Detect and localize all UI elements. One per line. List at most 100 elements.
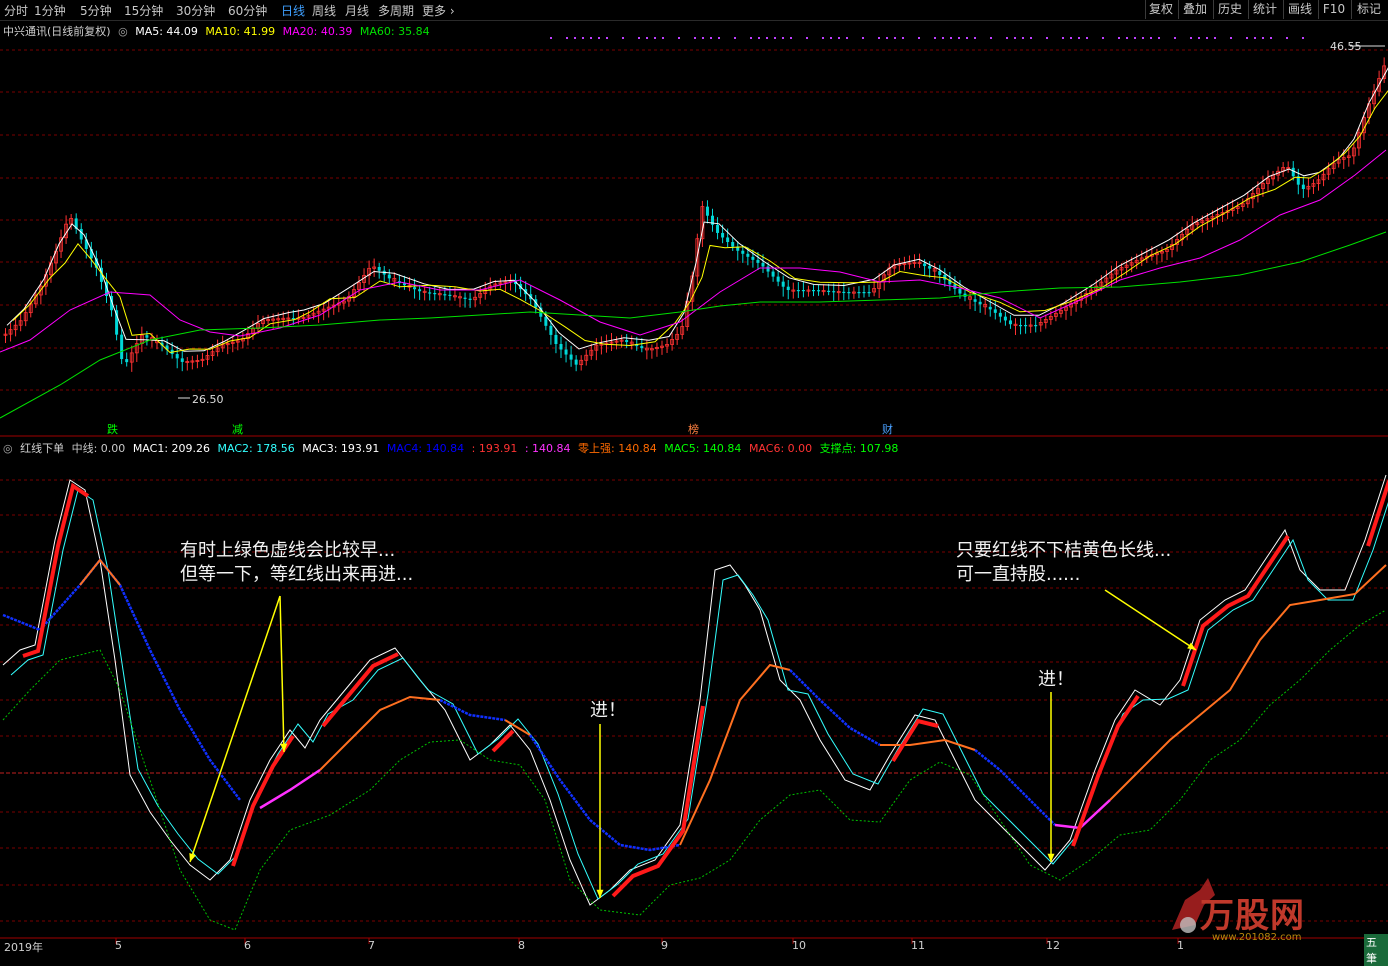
candle-body bbox=[418, 289, 422, 292]
top-dot bbox=[1006, 37, 1008, 39]
candle-body bbox=[862, 292, 866, 294]
candle-body bbox=[761, 262, 765, 267]
candle-body bbox=[857, 292, 861, 294]
top-dot bbox=[1014, 37, 1016, 39]
ind-red-value: : 193.91 bbox=[471, 442, 518, 455]
top-dot bbox=[606, 37, 608, 39]
candle-body bbox=[801, 290, 805, 292]
note-enter-1: 进！ bbox=[590, 700, 626, 721]
top-dot bbox=[846, 37, 848, 39]
top-dot bbox=[1198, 37, 1200, 39]
top-dot bbox=[718, 37, 720, 39]
top-dot bbox=[1302, 37, 1304, 39]
top-dot bbox=[958, 37, 960, 39]
note1-line1: 有时上绿色虚线会比较早... bbox=[180, 540, 396, 561]
x-label-8: 8 bbox=[518, 939, 525, 952]
settings-circle-icon[interactable]: ◎ bbox=[118, 25, 128, 38]
top-dot bbox=[966, 37, 968, 39]
top-dot bbox=[950, 37, 952, 39]
top-dot bbox=[1102, 37, 1104, 39]
x-label-12: 12 bbox=[1046, 939, 1060, 952]
mac4-line-blue bbox=[2, 557, 241, 801]
note4-line2: 可一直持股...... bbox=[956, 564, 1081, 585]
yellow-arrow-head bbox=[189, 853, 196, 862]
candle-body bbox=[1003, 316, 1007, 321]
ma5-label: MA5: 44.09 bbox=[135, 25, 198, 38]
candle-body bbox=[175, 354, 179, 359]
ma20-label: MA20: 40.39 bbox=[282, 25, 353, 38]
top-dot bbox=[1030, 37, 1032, 39]
top-dot bbox=[862, 37, 864, 39]
yellow-arrow bbox=[279, 595, 285, 753]
top-dot bbox=[1214, 37, 1216, 39]
candle-body bbox=[1019, 325, 1023, 327]
top-dot bbox=[806, 37, 808, 39]
x-label-7: 7 bbox=[368, 939, 375, 952]
top-dot bbox=[694, 37, 696, 39]
candle-body bbox=[125, 359, 129, 363]
candle-body bbox=[817, 290, 821, 292]
candle-body bbox=[781, 281, 785, 287]
candle-body bbox=[993, 309, 997, 313]
candle-body bbox=[468, 298, 472, 300]
candle-body bbox=[180, 358, 184, 362]
candle-body bbox=[751, 256, 755, 260]
candle-body bbox=[756, 259, 760, 263]
top-dot bbox=[1150, 37, 1152, 39]
candle-body bbox=[746, 253, 750, 257]
candle-body bbox=[564, 349, 568, 355]
candle-body bbox=[554, 334, 558, 345]
top-dot bbox=[582, 37, 584, 39]
top-dot bbox=[942, 37, 944, 39]
ma60-label: MA60: 35.84 bbox=[359, 25, 430, 38]
yellow-arrow bbox=[1104, 589, 1197, 651]
candle-body bbox=[978, 301, 982, 305]
candle-body bbox=[448, 294, 452, 297]
candle-body bbox=[928, 266, 932, 269]
top-dot bbox=[598, 37, 600, 39]
top-dot bbox=[1262, 37, 1264, 39]
top-dot bbox=[830, 37, 832, 39]
ind-mac3: MAC3: 193.91 bbox=[302, 442, 380, 455]
note-hold: 只要红线不下桔黄色长线... 可一直持股...... bbox=[956, 539, 1171, 587]
top-dot bbox=[1078, 37, 1080, 39]
top-dot bbox=[550, 37, 552, 39]
x-label-1: 1 bbox=[1177, 939, 1184, 952]
ind-magenta-value: : 140.84 bbox=[524, 442, 571, 455]
top-dot bbox=[902, 37, 904, 39]
top-dot bbox=[1270, 37, 1272, 39]
candle-body bbox=[433, 292, 437, 295]
top-dot bbox=[1230, 37, 1232, 39]
candle-body bbox=[549, 325, 553, 335]
candle-body bbox=[847, 292, 851, 294]
top-dot bbox=[894, 37, 896, 39]
mac3-red-line bbox=[22, 482, 90, 658]
x-label-9: 9 bbox=[661, 939, 668, 952]
candle-body bbox=[731, 242, 735, 247]
candle-body bbox=[832, 291, 836, 293]
ma10-line bbox=[12, 90, 1388, 354]
candle-body bbox=[705, 206, 709, 216]
note-early-green: 有时上绿色虚线会比较早... 但等一下，等红线出来再进... bbox=[180, 539, 413, 587]
candle-body bbox=[463, 297, 467, 299]
candle-body bbox=[988, 306, 992, 310]
candle-body bbox=[741, 250, 745, 254]
candle-body bbox=[640, 346, 644, 349]
top-dot bbox=[934, 37, 936, 39]
candle-body bbox=[413, 287, 417, 290]
top-dot bbox=[710, 37, 712, 39]
mac4-line-blue bbox=[439, 698, 506, 722]
candle-body bbox=[377, 266, 381, 271]
note1-line2: 但等一下，等红线出来再进... bbox=[180, 564, 414, 585]
candle-body bbox=[625, 340, 629, 343]
top-dot bbox=[1246, 37, 1248, 39]
candle-body bbox=[938, 271, 942, 275]
x-label-5: 5 bbox=[115, 939, 122, 952]
candle-body bbox=[1291, 167, 1295, 177]
candle-body bbox=[574, 359, 578, 365]
candle-body bbox=[544, 316, 548, 326]
candle-body bbox=[766, 266, 770, 272]
top-dot bbox=[758, 37, 760, 39]
indicator-settings-icon[interactable]: ◎ bbox=[3, 442, 13, 455]
watermark-url: www.201082.com bbox=[1212, 932, 1302, 943]
